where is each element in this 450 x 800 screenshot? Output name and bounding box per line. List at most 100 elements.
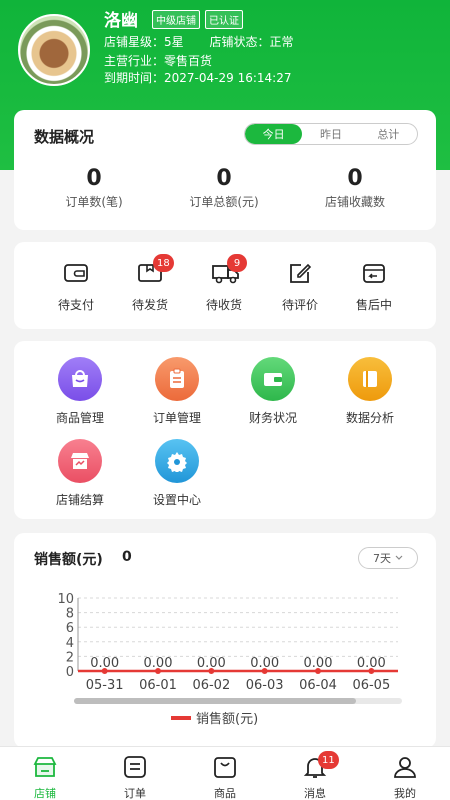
shop-avatar[interactable] <box>18 14 90 86</box>
order-pending-shipment[interactable]: 18 待发货 <box>112 254 188 313</box>
x-tick-label: 05-31 <box>86 678 124 693</box>
tab-store[interactable]: 店铺 <box>0 747 90 800</box>
order-after-sale[interactable]: 售后中 <box>336 262 412 313</box>
tab-label: 商品 <box>214 787 236 800</box>
data-label: 0.00 <box>197 656 226 671</box>
order-status-card: 待支付 18 待发货 9 待收货 待评价 售后中 <box>14 242 436 329</box>
order-pending-review[interactable]: 待评价 <box>262 262 338 313</box>
tab-yesterday[interactable]: 昨日 <box>302 124 359 144</box>
tab-mine[interactable]: 我的 <box>360 747 450 800</box>
order-pending-receipt[interactable]: 9 待收货 <box>186 254 262 313</box>
bag-icon <box>214 757 236 778</box>
order-item-label: 售后中 <box>355 298 392 312</box>
tab-label: 订单 <box>124 787 146 800</box>
order-item-label: 待评价 <box>281 298 318 312</box>
function-label: 店铺结算 <box>55 493 104 507</box>
data-label: 0.00 <box>144 656 173 671</box>
shop-star-line: 店铺星级：5星 店铺状态：正常 <box>104 33 294 50</box>
range-value: 7天 <box>373 552 391 565</box>
bag-icon <box>58 357 102 401</box>
count-badge: 9 <box>227 254 247 272</box>
count-badge: 18 <box>153 254 174 272</box>
overview-title: 数据概况 <box>34 128 95 146</box>
sales-title: 销售额(元) <box>34 552 103 568</box>
data-label: 0.00 <box>250 656 279 671</box>
stat-label: 店铺收藏数 <box>324 195 385 209</box>
store-icon <box>33 757 57 777</box>
list-icon <box>124 756 146 778</box>
stat-favorites[interactable]: 0 店铺收藏数 <box>285 166 425 210</box>
data-label: 0.00 <box>90 656 119 671</box>
industry-line: 主营行业：零售百货 <box>104 52 212 69</box>
stat-value: 0 <box>216 166 232 191</box>
tab-label: 店铺 <box>34 787 56 800</box>
message-count-badge: 11 <box>318 751 339 769</box>
data-analysis-button[interactable]: 数据分析 <box>330 357 410 426</box>
y-tick-label: 0 <box>66 665 74 680</box>
tab-goods[interactable]: 商品 <box>180 747 270 800</box>
tab-total[interactable]: 总计 <box>360 124 417 144</box>
x-tick-label: 06-04 <box>299 678 337 693</box>
expire-label: 到期时间： <box>104 71 165 85</box>
return-box-icon <box>361 262 387 284</box>
legend-label: 销售额(元) <box>196 711 258 727</box>
order-item-label: 待发货 <box>131 298 168 312</box>
status-value: 正常 <box>269 35 294 49</box>
y-tick-label: 10 <box>57 592 74 607</box>
scrollbar-thumb <box>74 698 356 704</box>
period-segmented-control: 今日 昨日 总计 <box>244 123 418 145</box>
function-label: 商品管理 <box>55 411 104 425</box>
edit-icon <box>287 262 313 284</box>
verified-badge: 已认证 <box>205 10 243 29</box>
stat-order-count[interactable]: 0 订单数(笔) <box>24 166 164 210</box>
function-label: 数据分析 <box>345 411 394 425</box>
stat-label: 订单数(笔) <box>65 195 123 209</box>
stat-value: 0 <box>86 166 102 191</box>
stat-label: 订单总额(元) <box>189 195 259 209</box>
x-tick-label: 06-03 <box>246 678 284 693</box>
finance-status-button[interactable]: 财务状况 <box>233 357 313 426</box>
function-label: 订单管理 <box>152 411 201 425</box>
tab-today[interactable]: 今日 <box>245 124 303 144</box>
x-tick-label: 06-01 <box>139 678 177 693</box>
sales-line-chart: 0246810 05-31 06-01 06-02 06-03 06-04 06-05 0.0… <box>57 592 402 727</box>
clipboard-icon <box>155 357 199 401</box>
stat-value: 0 <box>347 166 363 191</box>
stat-order-amount[interactable]: 0 订单总额(元) <box>154 166 294 210</box>
range-dropdown[interactable]: 7天 <box>358 547 418 569</box>
y-tick-label: 6 <box>66 621 74 636</box>
industry-value: 零售百货 <box>164 54 213 68</box>
y-tick-label: 8 <box>66 607 74 622</box>
wallet-icon <box>63 262 89 284</box>
tab-orders[interactable]: 订单 <box>90 747 180 800</box>
function-label: 财务状况 <box>248 411 297 425</box>
store-icon <box>58 439 102 483</box>
tab-messages[interactable]: 11 消息 <box>270 747 360 800</box>
sales-chart-card: 销售额(元) 0 7天 0 2 4 6 8 10 05-31 06-01 06-02 06-03 0… <box>14 533 436 748</box>
shop-settlement-button[interactable]: 店铺结算 <box>40 439 120 508</box>
tab-label: 消息 <box>304 787 326 800</box>
settings-center-button[interactable]: 设置中心 <box>137 439 217 508</box>
order-item-label: 待收货 <box>205 298 242 312</box>
truck-icon: 9 <box>211 254 247 284</box>
shop-name: 洛幽 <box>104 11 138 31</box>
gear-icon <box>155 439 199 483</box>
y-tick-label: 2 <box>66 650 74 665</box>
status-label: 店铺状态： <box>209 35 270 49</box>
overview-card: 数据概况 今日 昨日 总计 0 订单数(笔) 0 订单总额(元) 0 店铺收藏数 <box>14 110 436 230</box>
x-tick-label: 06-05 <box>352 678 390 693</box>
function-grid-card: 商品管理 订单管理 财务状况 数据分析 店铺结算 设置中心 <box>14 341 436 519</box>
wallet-icon <box>251 357 295 401</box>
y-tick-label: 4 <box>66 636 74 651</box>
data-label: 0.00 <box>304 656 333 671</box>
star-value: 5星 <box>164 35 184 49</box>
order-pending-payment[interactable]: 待支付 <box>38 262 114 313</box>
bottom-tab-bar: 店铺 订单 商品 11 消息 我的 <box>0 746 450 800</box>
legend-swatch <box>171 716 191 720</box>
function-label: 设置中心 <box>152 493 201 507</box>
tab-label: 我的 <box>394 787 416 800</box>
expire-line: 到期时间：2027-04-29 16:14:27 <box>104 69 291 86</box>
expire-value: 2027-04-29 16:14:27 <box>164 71 292 85</box>
order-management-button[interactable]: 订单管理 <box>137 357 217 426</box>
goods-management-button[interactable]: 商品管理 <box>40 357 120 426</box>
